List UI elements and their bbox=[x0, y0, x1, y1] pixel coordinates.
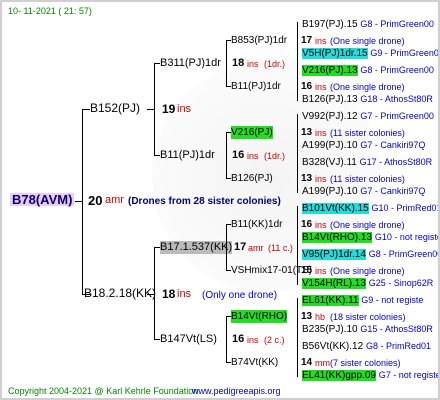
size-g3-3: 13 bbox=[301, 173, 313, 184]
queen-b328[interactable]: B328(VJ).11 G17 - AthosSt80R bbox=[302, 156, 432, 169]
size-b152: 19 bbox=[162, 102, 176, 116]
note-b311: (1dr.) bbox=[264, 59, 286, 69]
queen-b853[interactable]: B853(PJ)1dr bbox=[231, 34, 287, 47]
nav-b126[interactable]: G18 - AthosSt80R bbox=[360, 94, 433, 104]
root-note: (Drones from 28 sister colonies) bbox=[128, 196, 281, 207]
nav-v992[interactable]: G7 - PrimGreen00 bbox=[360, 111, 434, 121]
queen-el61[interactable]: EL61(KK).11 G9 - not registe bbox=[302, 294, 423, 307]
size-g3-5: 15 bbox=[301, 265, 313, 276]
nav-b197[interactable]: G8 - PrimGreen00 bbox=[360, 19, 434, 29]
queen-b101vt[interactable]: B101Vt(KK).15 G10 - PrimRed01 bbox=[302, 202, 439, 215]
queen-b74vt[interactable]: B74Vt(KK) bbox=[231, 356, 278, 369]
queen-b14vt[interactable]: B14Vt(RHO) bbox=[231, 310, 288, 323]
queen-b152[interactable]: B152(PJ) bbox=[90, 102, 140, 115]
nav-el61[interactable]: G9 - not registe bbox=[361, 295, 423, 305]
size-g3-2: 13 bbox=[301, 127, 313, 138]
nav-v5h[interactable]: G9 - PrimGreen00 bbox=[370, 48, 438, 58]
nav-v216[interactable]: G8 - PrimGreen00 bbox=[360, 65, 434, 75]
queen-b11-pj[interactable]: B11(PJ)1dr bbox=[160, 149, 215, 162]
queen-b197[interactable]: B197(PJ).15 G8 - PrimGreen00 bbox=[302, 18, 434, 31]
root-size: 20 bbox=[88, 193, 103, 208]
nav-a199-b[interactable]: G7 - Cankiri97Q bbox=[360, 186, 425, 196]
queen-b56vt[interactable]: B56Vt(KK).12 G8 - PrimRed01 bbox=[302, 340, 431, 353]
nav-a199[interactable]: G7 - Cankiri97Q bbox=[360, 140, 425, 150]
queen-v95[interactable]: V95(PJ)1dr.14 G8 - PrimGreen00 bbox=[302, 248, 438, 261]
unit-b11-pj: ins bbox=[247, 151, 259, 161]
queen-b235[interactable]: B235(PJ).10 G15 - AthosSt80R bbox=[302, 323, 433, 336]
nav-b56vt[interactable]: G8 - PrimRed01 bbox=[366, 341, 431, 351]
size-g3-0: 17 bbox=[301, 35, 313, 46]
size-b11-pj: 16 bbox=[232, 149, 245, 161]
queen-b126[interactable]: B126(PJ) bbox=[231, 172, 273, 185]
nav-v95[interactable]: G8 - PrimGreen00 bbox=[369, 249, 438, 259]
nav-b328[interactable]: G17 - AthosSt80R bbox=[360, 157, 433, 167]
queen-b11-pj-g3[interactable]: B11(PJ)1dr bbox=[231, 80, 281, 93]
nav-b235[interactable]: G15 - AthosSt80R bbox=[360, 324, 433, 334]
queen-b11-kk[interactable]: B11(KK)1dr bbox=[231, 218, 283, 231]
size-b147: 16 bbox=[232, 333, 245, 345]
pedigree-canvas: { "header": { "timestamp": "10- 11-2021 … bbox=[0, 0, 440, 400]
size-g3-6: 13 bbox=[301, 311, 313, 322]
size-g3-1: 16 bbox=[301, 81, 313, 92]
root-unit: amr bbox=[105, 194, 124, 206]
note-b147: (2 c.) bbox=[264, 335, 285, 345]
queen-v216-g4[interactable]: V216(PJ).13 G8 - PrimGreen00 bbox=[302, 64, 434, 77]
unit-b147: ins bbox=[247, 335, 259, 345]
queen-b14vt-g4[interactable]: B14Vt(RHO).13 G10 - not registe bbox=[302, 231, 438, 244]
nav-b14vt[interactable]: G10 - not registe bbox=[375, 232, 438, 242]
nav-b101vt[interactable]: G10 - PrimRed01 bbox=[372, 203, 439, 213]
note-b17: (11 c.) bbox=[268, 243, 293, 253]
queen-b126-g4[interactable]: B126(PJ).13 G18 - AthosSt80R bbox=[302, 93, 433, 106]
queen-b18[interactable]: B18.2.18(KK) bbox=[84, 287, 156, 300]
size-g3-7: 14 bbox=[301, 357, 313, 368]
nav-el41[interactable]: G7 - not registe bbox=[379, 370, 438, 380]
unit-b311: ins bbox=[247, 59, 259, 69]
queen-b311[interactable]: B311(PJ)1dr bbox=[160, 57, 221, 70]
queen-a199[interactable]: A199(PJ).10 G7 - Cankiri97Q bbox=[302, 139, 425, 152]
footer-site-link[interactable]: www.pedigreeapis.org bbox=[192, 385, 281, 398]
size-b311: 18 bbox=[232, 57, 245, 69]
note-b11-pj: (1dr.) bbox=[264, 151, 286, 161]
unit-b152: ins bbox=[177, 103, 192, 115]
queen-el41[interactable]: EL41(KK)gpp.09 G7 - not registe bbox=[302, 369, 438, 382]
timestamp: 10- 11-2021 ( 21: 57) bbox=[8, 6, 92, 16]
queen-v992[interactable]: V992(PJ).12 G7 - PrimGreen00 bbox=[302, 110, 434, 123]
root-queen[interactable]: B78(AVM) bbox=[10, 193, 75, 206]
size-b18: 18 bbox=[162, 287, 176, 301]
queen-v154h[interactable]: V154H(RL).13 G25 - Sinop62R bbox=[302, 277, 433, 290]
queen-b147[interactable]: B147Vt(LS) bbox=[160, 333, 217, 346]
queen-vshmix[interactable]: VSHmix17-01(TS) bbox=[231, 264, 312, 277]
nav-v154h[interactable]: G25 - Sinop62R bbox=[369, 278, 434, 288]
size-b17: 17 bbox=[234, 241, 247, 253]
unit-b18: ins bbox=[177, 288, 192, 300]
queen-v5h[interactable]: V5H(PJ)1dr.15 G9 - PrimGreen00 bbox=[302, 47, 438, 60]
footer-copyright: Copyright 2004-2021 @ Karl Kehrle Founda… bbox=[8, 386, 199, 396]
queen-a199-b[interactable]: A199(PJ).10 G7 - Cankiri97Q bbox=[302, 185, 425, 198]
unit-b17: amr bbox=[248, 243, 264, 253]
size-g3-4: 16 bbox=[301, 219, 313, 230]
note-b18: (Only one drone) bbox=[202, 290, 278, 301]
queen-b17[interactable]: B17.1.537(KK) bbox=[160, 241, 233, 254]
queen-v216[interactable]: V216(PJ) bbox=[231, 126, 273, 139]
